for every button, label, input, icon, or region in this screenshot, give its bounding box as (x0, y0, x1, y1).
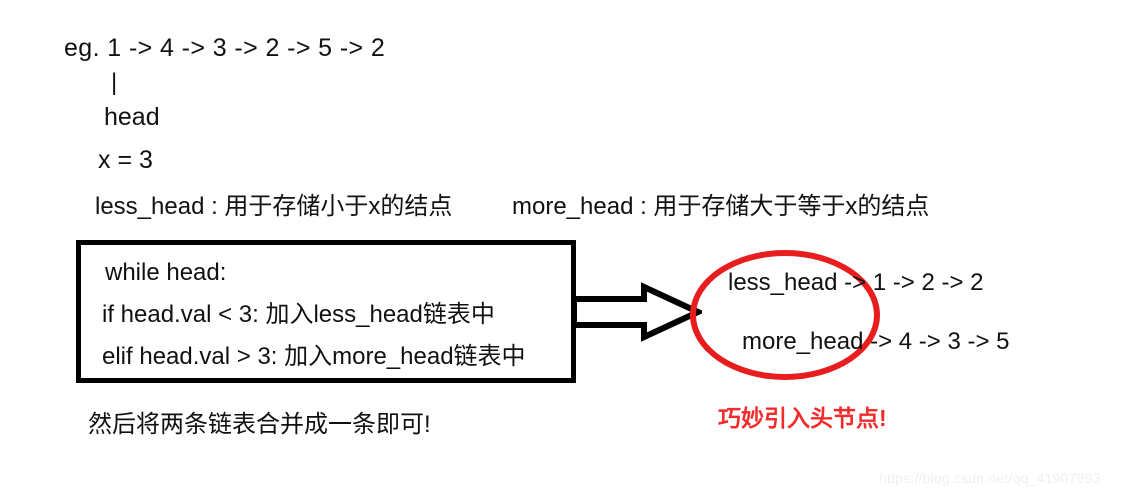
code-line-if: if head.val < 3: 加入less_head链表中 (102, 301, 495, 328)
code-line-elif: elif head.val > 3: 加入more_head链表中 (102, 343, 526, 370)
head-pointer-label: head (104, 103, 160, 131)
less-head-definition: less_head : 用于存储小于x的结点 (95, 193, 453, 220)
head-pointer-bar: | (111, 69, 118, 96)
result-less-chain: less_head -> 1 -> 2 -> 2 (728, 269, 984, 296)
more-head-definition: more_head : 用于存储大于等于x的结点 (512, 193, 930, 220)
code-line-while: while head: (105, 259, 227, 286)
block-arrow-right-icon (574, 282, 702, 342)
pseudocode-box: while head: if head.val < 3: 加入less_head… (76, 240, 576, 383)
diagram-canvas: eg. 1 -> 4 -> 3 -> 2 -> 5 -> 2 | head x … (0, 0, 1130, 500)
source-watermark: https://blog.csdn.net/qq_41907993 (879, 470, 1101, 486)
dummy-head-highlight-note: 巧妙引入头节点! (718, 405, 887, 431)
pivot-value-label: x = 3 (98, 146, 153, 174)
merge-note: 然后将两条链表合并成一条即可! (88, 411, 431, 438)
result-more-chain: more_head -> 4 -> 3 -> 5 (742, 328, 1010, 355)
example-list-line: eg. 1 -> 4 -> 3 -> 2 -> 5 -> 2 (64, 34, 386, 62)
